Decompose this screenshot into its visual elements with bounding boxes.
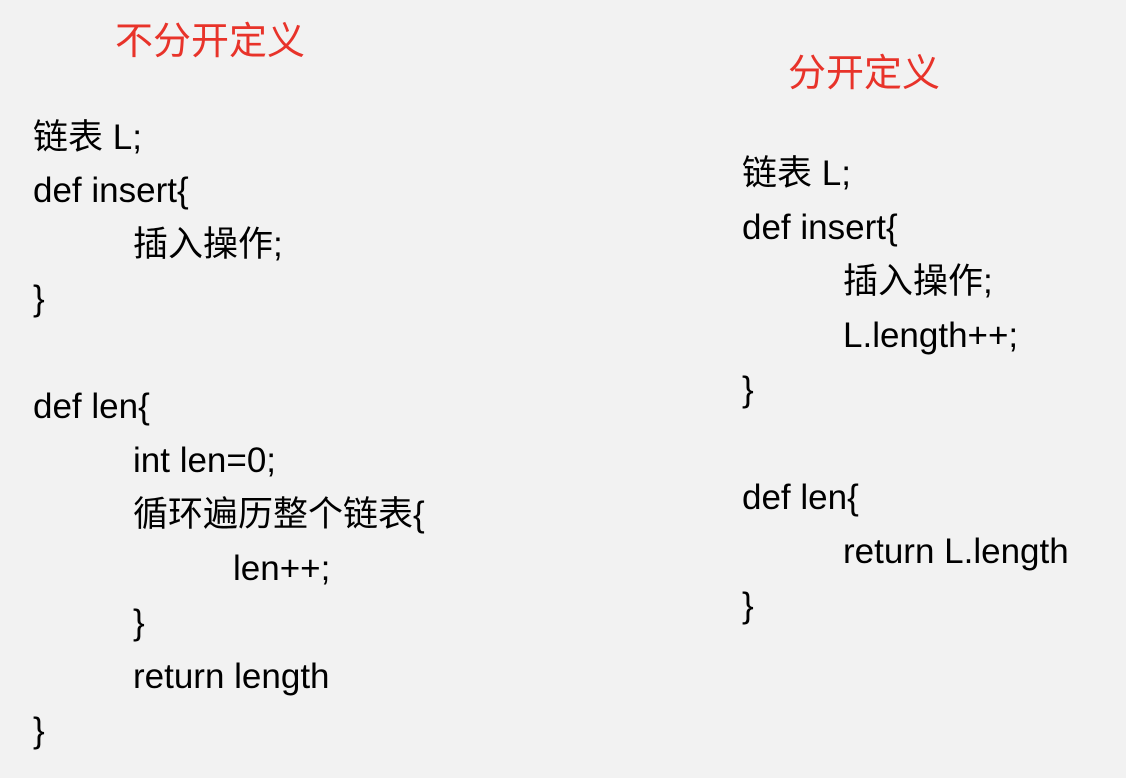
code-line: len++;	[233, 549, 331, 588]
code-line: return length	[133, 657, 330, 696]
code-line: return L.length	[843, 532, 1069, 571]
code-line: }	[33, 711, 45, 750]
code-line: }	[742, 370, 754, 409]
code-line: }	[33, 279, 45, 318]
code-line: def len{	[33, 387, 150, 426]
code-line: L.length++;	[843, 316, 1019, 355]
right-heading: 分开定义	[788, 51, 941, 95]
code-line: 插入操作;	[843, 262, 993, 301]
code-line: int len=0;	[133, 441, 277, 480]
code-line: }	[742, 586, 754, 625]
code-line: 插入操作;	[133, 225, 283, 264]
code-line: }	[133, 603, 145, 642]
code-line: def len{	[742, 478, 859, 517]
left-heading: 不分开定义	[115, 19, 306, 63]
code-line: def insert{	[33, 171, 189, 210]
code-line: 链表 L;	[33, 118, 142, 157]
code-line: 循环遍历整个链表{	[133, 495, 425, 534]
code-line: def insert{	[742, 208, 898, 247]
code-line: 链表 L;	[742, 154, 851, 193]
